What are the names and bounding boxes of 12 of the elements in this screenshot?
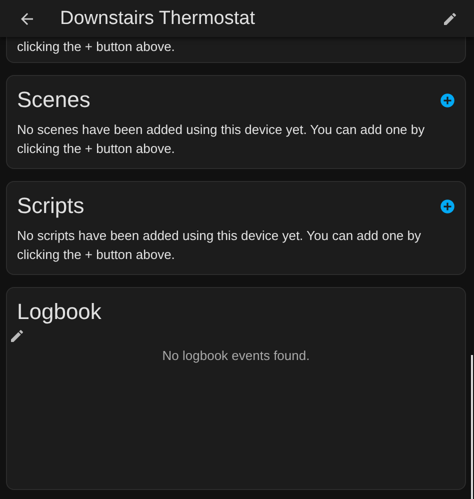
message: clicking the + button above.: [16, 38, 176, 56]
section-title: Logbook: [17, 298, 102, 326]
edit-button[interactable]: [9, 328, 25, 344]
add-button[interactable]: [440, 92, 455, 108]
section-title: Scripts: [17, 192, 84, 220]
message: No scenes have been added using this device yet. You can add one by clicking the + button above.: [16, 121, 426, 158]
scrollbar[interactable]: [471, 355, 473, 499]
message: No logbook events found.: [162, 347, 310, 365]
add-button[interactable]: [440, 198, 455, 214]
window-title: Downstairs Thermostat: [60, 8, 256, 30]
section-title: Scenes: [17, 86, 90, 114]
message: No scripts have been added using this device yet. You can add one by clicking the + button above.: [16, 227, 422, 264]
